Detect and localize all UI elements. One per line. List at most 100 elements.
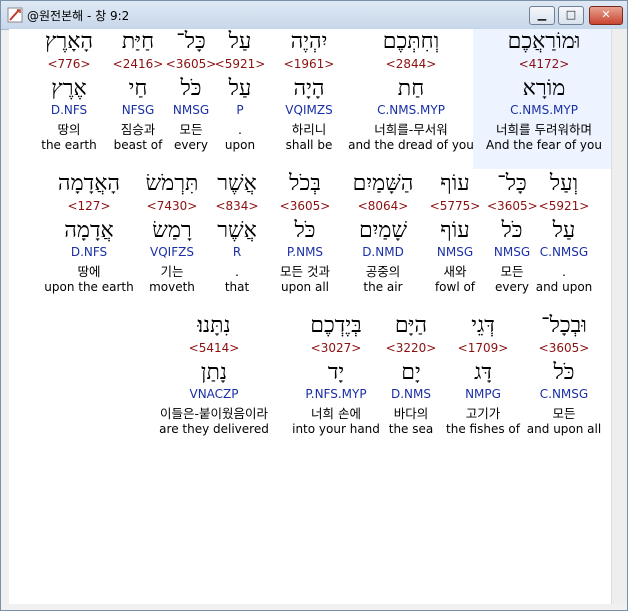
korean-gloss: 짐승과 xyxy=(120,122,156,137)
strong-number: <5921> xyxy=(538,199,590,213)
hebrew-word: חַיַּת xyxy=(121,29,155,54)
korean-gloss: 땅에 xyxy=(77,264,101,279)
hebrew-word: הָאֲדָמָה xyxy=(57,171,121,196)
word-block[interactable]: עַל <5921> עַל P. upon xyxy=(212,29,268,153)
word-block[interactable]: הַשָּׁמַיִם <8064> שָׁמַיִם D.NMD 공중의 the air xyxy=(343,171,423,295)
korean-gloss: 너희 손에 xyxy=(311,406,361,421)
word-block[interactable]: עוֹף <5775> עוֹף NMSG 새와 fowl of xyxy=(425,171,485,295)
hebrew-root: אֲדָמָה xyxy=(64,218,114,243)
hebrew-word: עוֹף xyxy=(440,171,470,196)
parsing-code: P.NMS xyxy=(286,245,324,259)
hebrew-root: חַת xyxy=(397,76,425,101)
hebrew-root: הָיָה xyxy=(293,76,325,101)
strong-number: <834> xyxy=(215,199,259,213)
window-title: @원전본해 - 창 9:2 xyxy=(27,9,130,23)
parsing-code: VQIFZS xyxy=(150,245,194,259)
word-block[interactable]: הָאָרֶץ <776> אֶרֶץ D.NFS 땅의 the earth xyxy=(29,29,109,153)
word-block[interactable]: כָּל־ <3605> כֹּל NMSG 모든 every xyxy=(163,29,219,153)
strong-number: <5921> xyxy=(214,57,266,71)
english-gloss: the air xyxy=(363,280,403,294)
hebrew-word: אֲשֶׁר xyxy=(217,171,257,196)
english-gloss: and upon all xyxy=(526,422,602,436)
strong-number: <3605> xyxy=(279,199,331,213)
hebrew-word: הַשָּׁמַיִם xyxy=(352,171,414,196)
word-block[interactable]: הָאֲדָמָה <127> אֲדָמָה D.NFS 땅에 upon the ear… xyxy=(34,171,144,295)
word-block[interactable]: הַיָּם <3220> יָם D.NMS 바다의 the sea xyxy=(378,313,444,437)
strong-number: <4172> xyxy=(518,57,570,71)
word-block[interactable]: וּבְכָל־ <3605> כֹּל C.NMSG 모든 and upon all xyxy=(521,313,607,437)
word-block[interactable]: אֲשֶׁר <834> אֲשֶׁר R. that xyxy=(209,171,265,295)
english-gloss: upon xyxy=(224,138,256,152)
word-block[interactable]: נִתָּנוּ׃ <5414> נָתַן VNACZP 이들은-붙이웠음이라 are … xyxy=(129,313,299,437)
korean-gloss: 새와 xyxy=(443,264,467,279)
english-gloss: upon the earth xyxy=(44,280,134,294)
english-gloss: moveth xyxy=(149,280,195,294)
english-gloss: And the fear of you xyxy=(486,138,602,152)
hebrew-word: כָּל־ xyxy=(176,29,206,54)
strong-number: <776> xyxy=(47,57,91,71)
english-gloss: and the dread of you xyxy=(348,138,474,152)
korean-gloss: 모든 것과 xyxy=(280,264,330,279)
hebrew-root: כֹּל xyxy=(294,218,316,243)
english-gloss: every xyxy=(495,280,529,294)
english-gloss: the fishes of xyxy=(446,422,520,436)
parsing-code: D.NMS xyxy=(390,387,431,401)
strong-number: <5775> xyxy=(429,199,481,213)
hebrew-root: דָּג xyxy=(474,360,492,385)
strong-number: <3027> xyxy=(310,341,362,355)
strong-number: <1709> xyxy=(457,341,509,355)
vertical-scrollbar[interactable] xyxy=(611,29,627,604)
word-block[interactable]: וְעַל <5921> עַל C.NMSG. and upon xyxy=(531,171,597,295)
hebrew-word: בְּיֶדְכֶם xyxy=(310,313,362,338)
parsing-code: R xyxy=(232,245,242,259)
minimize-button[interactable]: ▁ xyxy=(529,6,555,25)
strong-number: <127> xyxy=(67,199,111,213)
hebrew-word: הַיָּם xyxy=(394,313,428,338)
korean-gloss: 공중의 xyxy=(365,264,401,279)
word-block[interactable]: חַיַּת <2416> חַי NFSG 짐승과 beast of xyxy=(110,29,166,153)
word-block[interactable]: תִּרְמֹשׂ <7430> רָמַשׂ VQIFZS 기는 moveth xyxy=(136,171,208,295)
hebrew-root: עוֹף xyxy=(440,218,470,243)
korean-gloss: . xyxy=(562,264,566,279)
hebrew-word: וּבְכָל־ xyxy=(541,313,587,338)
hebrew-word: דְּגֵי xyxy=(471,313,495,338)
hebrew-word: עַל xyxy=(228,29,252,54)
word-block[interactable]: וְחִתְּכֶם <2844> חַת C.NMS.MYP 너희를-무서워 and t… xyxy=(346,29,476,153)
hebrew-root: נָתַן xyxy=(200,360,228,385)
parsing-code: D.NFS xyxy=(70,245,108,259)
hebrew-word: וְחִתְּכֶם xyxy=(382,29,440,54)
parsing-code: C.NMS.MYP xyxy=(510,103,578,117)
korean-gloss: 모든 xyxy=(552,406,576,421)
english-gloss: shall be xyxy=(285,138,333,152)
title-bar[interactable]: @원전본해 - 창 9:2 ▁ □ ✕ xyxy=(1,1,627,30)
hebrew-word: בְּכֹל xyxy=(289,171,321,196)
word-block[interactable]: דְּגֵי <1709> דָּג NMPG 고기가 the fishes of xyxy=(440,313,526,437)
hebrew-root: כֹּל xyxy=(553,360,575,385)
korean-gloss: . xyxy=(235,264,239,279)
hebrew-root: רָמַשׂ xyxy=(152,218,192,243)
interlinear-panel: וּמוֹרַאֲכֶם <4172> מוֹרָא C.NMS.MYP 너희를 두려워… xyxy=(9,29,611,604)
parsing-code: NMPG xyxy=(465,387,501,401)
close-button[interactable]: ✕ xyxy=(589,6,623,25)
word-block[interactable]: בְּיֶדְכֶם <3027> יָד P.NFS.MYP 너희 손에 into yo… xyxy=(286,313,386,437)
hebrew-word: וּמוֹרַאֲכֶם xyxy=(507,29,581,54)
hebrew-root: אֲשֶׁר xyxy=(217,218,257,243)
word-block[interactable]: יִהְיֶה <1961> הָיָה VQIMZS 하리니 shall be xyxy=(274,29,344,153)
hebrew-root: אֶרֶץ xyxy=(51,76,87,101)
korean-gloss: 너희를 두려워하며 xyxy=(496,122,592,137)
korean-gloss: 땅의 xyxy=(57,122,81,137)
parsing-code: D.NFS xyxy=(50,103,88,117)
korean-gloss: 모든 xyxy=(500,264,524,279)
korean-gloss: . xyxy=(238,122,242,137)
hebrew-root: חַי xyxy=(128,76,148,101)
english-gloss: every xyxy=(174,138,208,152)
korean-gloss: 너희를-무서워 xyxy=(374,122,448,137)
word-block[interactable]: בְּכֹל <3605> כֹּל P.NMS 모든 것과 upon all xyxy=(265,171,345,295)
word-block[interactable]: וּמוֹרַאֲכֶם <4172> מוֹרָא C.NMS.MYP 너희를 두려워… xyxy=(479,29,609,153)
hebrew-word: הָאָרֶץ xyxy=(44,29,94,54)
parsing-code: NMSG xyxy=(172,103,210,117)
hebrew-root: יָם xyxy=(401,360,421,385)
word-block[interactable]: כָּל־ <3605> כֹּל NMSG 모든 every xyxy=(487,171,538,295)
hebrew-root: כֹּל xyxy=(180,76,202,101)
maximize-button[interactable]: □ xyxy=(558,6,584,25)
